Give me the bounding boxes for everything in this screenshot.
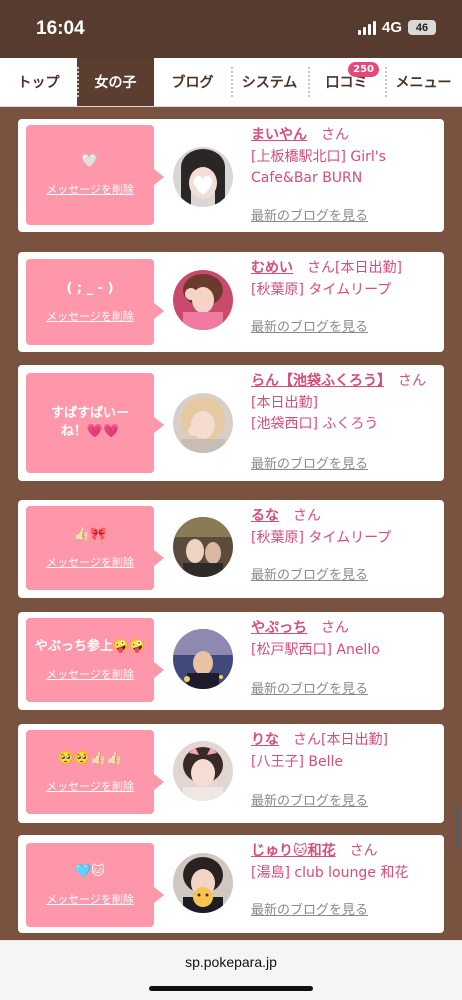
nav-label: ブログ: [171, 75, 214, 91]
nav-label: メニュー: [395, 75, 452, 91]
status-indicators: 4G 46: [357, 19, 436, 36]
delete-message-link[interactable]: メッセージを削除: [46, 181, 134, 197]
home-indicator[interactable]: [149, 986, 313, 991]
message-text: やぷっち参上🤪🤪: [34, 638, 146, 654]
message-bubble: ( ; _ - ) メッセージを削除: [26, 259, 164, 345]
honorific: さん: [321, 620, 349, 636]
message-bubble: 🥺🥺👍🏻👍🏻 メッセージを削除: [26, 730, 164, 814]
avatar[interactable]: [173, 147, 233, 207]
message-card: 🩵🐱 メッセージを削除 じゅり🐱和花 さん [湯島] club lounge 和…: [18, 835, 444, 933]
latest-blog-link[interactable]: 最新のブログを見る: [251, 453, 368, 472]
message-text: 👍🏻🎀: [73, 526, 107, 542]
delete-message-link[interactable]: メッセージを削除: [46, 666, 134, 682]
nav-top[interactable]: トップ: [0, 58, 77, 106]
message-card: やぷっち参上🤪🤪 メッセージを削除 やぷっち さん [松戸駅西口] Anello…: [18, 612, 444, 710]
honorific: さん: [293, 508, 321, 524]
network-type: 4G: [381, 19, 402, 36]
message-bubble: 🩵🐱 メッセージを削除: [26, 843, 164, 927]
status-tag: [本日出勤]: [335, 260, 402, 276]
latest-blog-link[interactable]: 最新のブログを見る: [251, 899, 368, 918]
latest-blog-link[interactable]: 最新のブログを見る: [251, 564, 368, 583]
shop-text[interactable]: [池袋西口] ふくろう: [251, 414, 432, 436]
latest-blog-link[interactable]: 最新のブログを見る: [251, 205, 368, 224]
shop-text[interactable]: [上板橋駅北口] Girl's: [251, 147, 432, 169]
avatar[interactable]: [173, 853, 233, 913]
message-list: 🤍 メッセージを削除 まいやん さん [上板橋駅北口] Girl's Cafe&…: [0, 107, 462, 940]
avatar[interactable]: [173, 741, 233, 801]
latest-blog-link[interactable]: 最新のブログを見る: [251, 790, 368, 809]
message-bubble: すぱすぱいーね！💗💗: [26, 373, 164, 473]
delete-message-link[interactable]: メッセージを削除: [46, 554, 134, 570]
scrollbar[interactable]: [455, 805, 459, 850]
browser-bottom-bar: sp.pokepara.jp: [0, 940, 462, 1000]
nav-girls[interactable]: 女の子: [77, 58, 154, 106]
honorific: さん: [293, 732, 321, 748]
status-tag: [本日出勤]: [251, 394, 318, 411]
battery-icon: 46: [408, 20, 436, 35]
message-text: すぱすぱいーね！💗💗: [50, 405, 129, 439]
message-card: 🥺🥺👍🏻👍🏻 メッセージを削除 りな さん[本日出勤] [八王子] Belle …: [18, 724, 444, 823]
nav-reviews[interactable]: 口コミ 250: [308, 58, 385, 106]
message-info: るな さん [秋葉原] タイムリープ: [251, 506, 432, 549]
girl-name-link[interactable]: やぷっち: [251, 620, 307, 636]
avatar[interactable]: [173, 629, 233, 689]
message-info: りな さん[本日出勤] [八王子] Belle: [251, 730, 432, 773]
nav-system[interactable]: システム: [231, 58, 308, 106]
message-info: らん【池袋ふくろう】 さん [本日出勤] [池袋西口] ふくろう: [251, 371, 432, 436]
nav-label: システム: [241, 75, 298, 91]
shop-text[interactable]: [秋葉原] タイムリープ: [251, 280, 432, 302]
signal-icon: [357, 20, 376, 35]
message-info: じゅり🐱和花 さん [湯島] club lounge 和花: [251, 841, 432, 884]
delete-message-link[interactable]: メッセージを削除: [46, 891, 134, 907]
message-text: 🩵🐱: [75, 863, 105, 879]
message-text: ( ; _ - ): [66, 280, 114, 296]
message-card: 👍🏻🎀 メッセージを削除 るな さん [秋葉原] タイムリープ 最新のブログを見…: [18, 500, 444, 598]
shop-text[interactable]: [秋葉原] タイムリープ: [251, 528, 432, 550]
girl-name-link[interactable]: まいやん: [251, 127, 307, 143]
nav-label: トップ: [17, 75, 60, 91]
shop-text[interactable]: [松戸駅西口] Anello: [251, 640, 432, 662]
avatar[interactable]: [173, 270, 233, 330]
message-bubble: 👍🏻🎀 メッセージを削除: [26, 506, 164, 590]
girl-name-link[interactable]: りな: [251, 732, 279, 748]
girl-name-link[interactable]: むめい: [251, 260, 293, 276]
url-bar[interactable]: sp.pokepara.jp: [0, 954, 462, 970]
girl-name-link[interactable]: じゅり🐱和花: [251, 843, 336, 859]
message-text: 🤍: [81, 153, 99, 169]
shop-text[interactable]: [八王子] Belle: [251, 752, 432, 774]
girl-name-link[interactable]: らん【池袋ふくろう】: [251, 373, 384, 389]
status-bar: 16:04 4G 46: [0, 0, 462, 58]
avatar[interactable]: [173, 393, 233, 453]
message-card: すぱすぱいーね！💗💗 らん【池袋ふくろう】 さん [本日出勤] [池袋西口] ふく…: [18, 365, 444, 481]
avatar[interactable]: [173, 517, 233, 577]
message-info: まいやん さん [上板橋駅北口] Girl's Cafe&Bar BURN: [251, 125, 432, 190]
latest-blog-link[interactable]: 最新のブログを見る: [251, 678, 368, 697]
honorific: さん: [307, 260, 335, 276]
message-bubble: やぷっち参上🤪🤪 メッセージを削除: [26, 618, 164, 702]
shop-text[interactable]: [湯島] club lounge 和花: [251, 863, 432, 885]
top-nav: トップ 女の子 ブログ システム 口コミ 250 メニュー: [0, 58, 462, 107]
nav-label: 女の子: [94, 75, 137, 91]
honorific: さん: [321, 127, 349, 143]
girl-name-link[interactable]: るな: [251, 508, 279, 524]
status-tag: [本日出勤]: [321, 732, 388, 748]
message-card: 🤍 メッセージを削除 まいやん さん [上板橋駅北口] Girl's Cafe&…: [18, 119, 444, 232]
message-bubble: 🤍 メッセージを削除: [26, 125, 164, 225]
nav-menu[interactable]: メニュー: [385, 58, 462, 106]
message-card: ( ; _ - ) メッセージを削除 むめい さん[本日出勤] [秋葉原] タイ…: [18, 252, 444, 352]
honorific: さん: [398, 373, 426, 389]
status-time: 16:04: [36, 18, 85, 39]
latest-blog-link[interactable]: 最新のブログを見る: [251, 316, 368, 335]
delete-message-link[interactable]: メッセージを削除: [46, 778, 134, 794]
delete-message-link[interactable]: メッセージを削除: [46, 308, 134, 324]
shop-text[interactable]: Cafe&Bar BURN: [251, 168, 432, 190]
review-count-badge: 250: [348, 62, 379, 77]
honorific: さん: [349, 843, 378, 859]
message-info: やぷっち さん [松戸駅西口] Anello: [251, 618, 432, 661]
message-info: むめい さん[本日出勤] [秋葉原] タイムリープ: [251, 258, 432, 301]
nav-blog[interactable]: ブログ: [154, 58, 231, 106]
message-text: 🥺🥺👍🏻👍🏻: [57, 750, 123, 766]
